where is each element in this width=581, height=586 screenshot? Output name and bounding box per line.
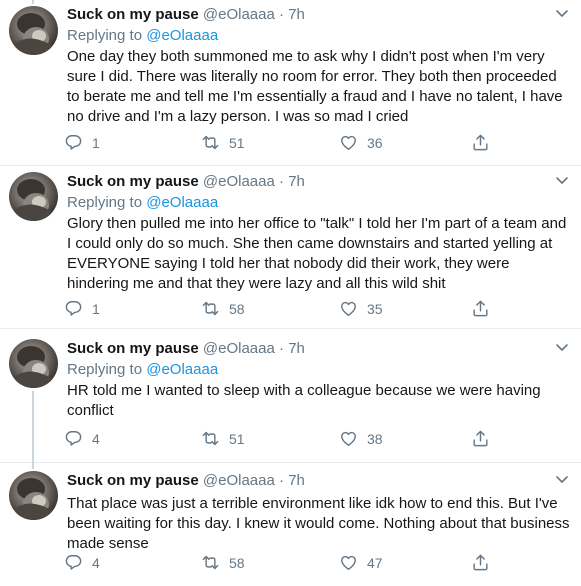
timestamp[interactable]: 7h [288,472,305,489]
like-count: 47 [367,554,383,571]
user-handle[interactable]: @eOlaaaa [203,340,275,357]
retweet-icon [201,429,220,448]
separator: · [279,6,285,23]
tweet-thread: Suck on my pause @eOlaaaa · 7h Replying … [0,0,581,586]
like-button[interactable]: 47 [339,553,383,572]
tweet-text: Glory then pulled me into her office to … [67,215,567,292]
display-name[interactable]: Suck on my pause [67,340,199,357]
reply-icon [64,133,83,152]
user-handle[interactable]: @eOlaaaa [203,472,275,489]
reply-count: 4 [92,430,100,447]
tweet[interactable]: Suck on my pause @eOlaaaa · 7h That plac… [0,463,581,586]
like-count: 38 [367,430,383,447]
thread-line [32,0,34,4]
reply-count: 1 [92,300,100,317]
replying-to-label: Replying to [67,27,143,44]
thread-line [32,463,34,469]
display-name[interactable]: Suck on my pause [67,173,199,190]
separator: · [279,173,285,190]
reply-count: 4 [92,554,100,571]
share-button[interactable] [471,553,499,572]
share-icon [471,553,490,572]
like-count: 35 [367,300,383,317]
tweet-text: One day they both summoned me to ask why… [67,48,563,125]
reply-button[interactable]: 1 [64,299,100,318]
tweet-header: Suck on my pause @eOlaaaa · 7h [67,471,573,490]
avatar[interactable] [9,6,58,55]
action-bar: 1 58 35 [64,299,544,319]
timestamp[interactable]: 7h [288,173,305,190]
separator: · [279,472,285,489]
avatar[interactable] [9,471,58,520]
chevron-down-icon[interactable] [555,9,569,19]
replying-to: Replying to @eOlaaaa [67,360,573,379]
like-button[interactable]: 35 [339,299,383,318]
tweet[interactable]: Suck on my pause @eOlaaaa · 7h Replying … [0,329,581,463]
replying-to-link[interactable]: @eOlaaaa [146,361,218,378]
like-icon [339,553,358,572]
retweet-count: 51 [229,430,245,447]
display-name[interactable]: Suck on my pause [67,6,199,23]
like-count: 36 [367,134,383,151]
retweet-button[interactable]: 58 [201,299,245,318]
reply-button[interactable]: 4 [64,429,100,448]
tweet[interactable]: Suck on my pause @eOlaaaa · 7h Replying … [0,0,581,166]
reply-button[interactable]: 4 [64,553,100,572]
replying-to: Replying to @eOlaaaa [67,26,573,45]
action-bar: 1 51 36 [64,133,544,153]
tweet-text: HR told me I wanted to sleep with a coll… [67,382,541,419]
user-handle[interactable]: @eOlaaaa [203,6,275,23]
reply-icon [64,553,83,572]
like-icon [339,429,358,448]
share-button[interactable] [471,133,499,152]
separator: · [279,340,285,357]
action-bar: 4 51 38 [64,429,544,449]
replying-to-label: Replying to [67,194,143,211]
retweet-icon [201,133,220,152]
user-handle[interactable]: @eOlaaaa [203,173,275,190]
retweet-icon [201,553,220,572]
share-button[interactable] [471,429,499,448]
replying-to-link[interactable]: @eOlaaaa [146,194,218,211]
chevron-down-icon[interactable] [555,475,569,485]
share-icon [471,429,490,448]
reply-button[interactable]: 1 [64,133,100,152]
tweet[interactable]: Suck on my pause @eOlaaaa · 7h Replying … [0,166,581,329]
retweet-count: 51 [229,134,245,151]
retweet-count: 58 [229,300,245,317]
like-icon [339,299,358,318]
tweet-header: Suck on my pause @eOlaaaa · 7h [67,5,573,24]
retweet-icon [201,299,220,318]
retweet-button[interactable]: 51 [201,429,245,448]
avatar[interactable] [9,172,58,221]
chevron-down-icon[interactable] [555,176,569,186]
tweet-header: Suck on my pause @eOlaaaa · 7h [67,339,573,358]
retweet-count: 58 [229,554,245,571]
reply-count: 1 [92,134,100,151]
replying-to-label: Replying to [67,361,143,378]
reply-icon [64,429,83,448]
action-bar: 4 58 47 [64,553,544,573]
retweet-button[interactable]: 58 [201,553,245,572]
share-icon [471,133,490,152]
share-button[interactable] [471,299,499,318]
timestamp[interactable]: 7h [288,340,305,357]
chevron-down-icon[interactable] [555,343,569,353]
reply-icon [64,299,83,318]
like-button[interactable]: 38 [339,429,383,448]
like-button[interactable]: 36 [339,133,383,152]
share-icon [471,299,490,318]
avatar[interactable] [9,339,58,388]
retweet-button[interactable]: 51 [201,133,245,152]
replying-to-link[interactable]: @eOlaaaa [146,27,218,44]
tweet-text: That place was just a terrible environme… [67,495,570,552]
timestamp[interactable]: 7h [288,6,305,23]
tweet-header: Suck on my pause @eOlaaaa · 7h [67,172,573,191]
thread-line [32,391,34,463]
like-icon [339,133,358,152]
display-name[interactable]: Suck on my pause [67,472,199,489]
replying-to: Replying to @eOlaaaa [67,193,573,212]
